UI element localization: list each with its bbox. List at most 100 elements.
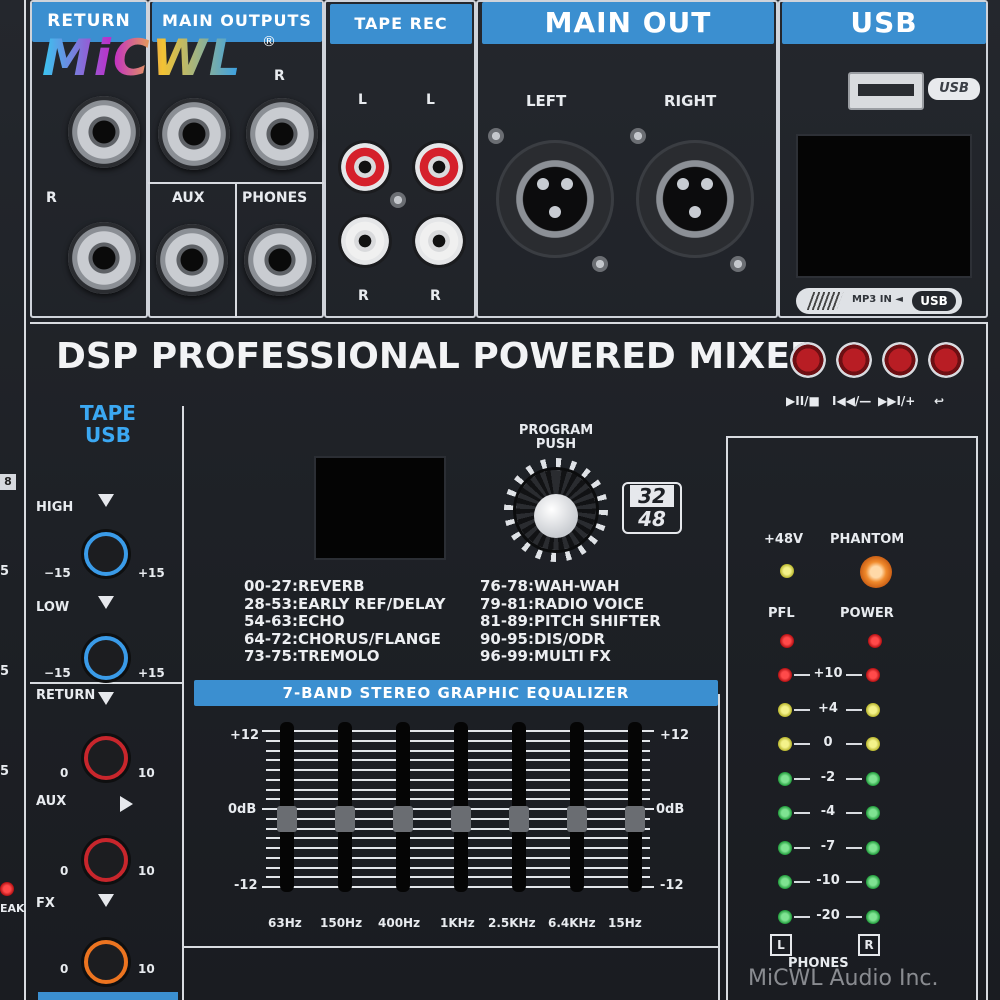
mp3-in-label: MP3 IN ◄ — [852, 294, 903, 305]
left-edge-badge: 8 — [0, 474, 16, 490]
eq-band-label: 150Hz — [320, 916, 363, 930]
main-outputs-r-jack[interactable] — [246, 98, 318, 170]
meter-dash — [846, 708, 862, 711]
low-label: LOW — [36, 600, 70, 615]
eq-title: 7-BAND STEREO GRAPHIC EQUALIZER — [282, 684, 630, 702]
xlr-pin — [701, 178, 713, 190]
high-label: HIGH — [36, 500, 74, 515]
previous-button[interactable] — [836, 342, 872, 378]
mixer-title: DSP PROFESSIONAL POWERED MIXER — [56, 336, 818, 377]
left-edge-number-1: 5 — [0, 564, 10, 579]
meter-led-right — [866, 702, 880, 717]
play-pause-label: ▶II/■ — [786, 394, 820, 408]
eq-scale-mid-left: 0dB — [228, 802, 257, 817]
program-label-line1: PROGRAM — [518, 423, 594, 438]
main-out-right-xlr[interactable] — [636, 140, 754, 258]
return-pointer-icon — [98, 692, 114, 705]
usb-port[interactable] — [848, 72, 924, 110]
meter-led-left — [778, 737, 792, 751]
tape-rec-r1-label: R — [358, 288, 369, 304]
meter-led-right — [866, 771, 880, 786]
right-edge-border — [986, 322, 988, 1000]
eq-fader-63hz[interactable] — [277, 806, 297, 832]
program-label-line2: PUSH — [535, 437, 577, 452]
repeat-button[interactable] — [928, 342, 964, 378]
eq-fader-6-4khz[interactable] — [567, 806, 587, 832]
meter-led-left — [778, 909, 792, 924]
main-out-left-xlr[interactable] — [496, 140, 614, 258]
tape-usb-low-knob[interactable] — [84, 636, 128, 680]
xlr-pin — [537, 178, 549, 190]
tape-rec-r2-rca[interactable] — [412, 214, 466, 268]
main-outputs-l-jack[interactable] — [158, 98, 230, 170]
eq-fader-1khz[interactable] — [451, 806, 471, 832]
usb-port-slot — [858, 84, 914, 96]
return-knob-label: RETURN — [36, 688, 96, 703]
fx-knob[interactable] — [84, 940, 128, 984]
meter-r-badge: R — [858, 934, 880, 956]
aux-knob-label: AUX — [36, 794, 67, 809]
high-max-label: +15 — [138, 566, 165, 580]
aux-max-label: 10 — [138, 864, 155, 878]
eq-band-label: 63Hz — [268, 916, 302, 930]
play-pause-button[interactable] — [790, 342, 826, 378]
eq-fader-150hz[interactable] — [335, 806, 355, 832]
return-max-label: 10 — [138, 766, 155, 780]
meter-led-right — [866, 806, 880, 820]
bottom-left-blue-strip — [38, 992, 178, 1000]
tape-rec-l1-rca[interactable] — [338, 140, 392, 194]
meter-led-left — [778, 806, 792, 820]
eq-fader-400hz[interactable] — [393, 806, 413, 832]
effect-item: 28-53:EARLY REF/DELAY — [244, 594, 446, 613]
fx-max-label: 10 — [138, 962, 155, 976]
tape-usb-high-knob[interactable] — [84, 532, 128, 576]
eq-scale-top-right: +12 — [660, 728, 689, 743]
return-knob[interactable] — [84, 736, 128, 780]
eq-fader-2-5khz[interactable] — [509, 806, 529, 832]
low-min-label: −15 — [44, 666, 71, 680]
brand-logo-text: MiCWL — [42, 29, 243, 87]
return-l-jack[interactable] — [68, 96, 140, 168]
aux-knob[interactable] — [84, 838, 128, 882]
tape-rec-l2-rca[interactable] — [412, 140, 466, 194]
left-channel-border — [24, 0, 26, 1000]
xlr-left-screw-top — [488, 128, 504, 144]
meter-led-right — [866, 840, 880, 855]
meter-right-border — [976, 436, 978, 1000]
left-edge-peak-label: EAK — [0, 902, 25, 915]
fx-pointer-icon — [98, 894, 114, 907]
main-out-right-label: RIGHT — [664, 92, 717, 110]
eq-scale-top-left: +12 — [230, 728, 259, 743]
phones-jack[interactable] — [244, 224, 316, 296]
main-out-header: MAIN OUT — [482, 2, 774, 44]
low-max-label: +15 — [138, 666, 165, 680]
main-out-left-label: LEFT — [526, 92, 567, 110]
meter-level-label: 0 — [823, 735, 833, 750]
phantom-button[interactable] — [860, 556, 892, 588]
meter-led-right — [866, 909, 880, 924]
meter-dash — [794, 743, 810, 745]
phantom-48v-led — [780, 564, 794, 578]
next-button[interactable] — [882, 342, 918, 378]
aux-pointer-icon — [120, 796, 133, 812]
tape-usb-title: TAPE USB — [66, 402, 150, 446]
xlr-right-screw-bottom — [730, 256, 746, 272]
left-edge-peak-led — [0, 882, 14, 896]
mid-top-border — [30, 322, 988, 324]
return-r-jack[interactable] — [68, 222, 140, 294]
effect-item: 76-78:WAH-WAH — [480, 577, 620, 595]
aux-jack[interactable] — [156, 224, 228, 296]
program-knob[interactable] — [516, 470, 596, 550]
registered-mark: ® — [262, 34, 276, 50]
previous-label: I◀◀/— — [832, 394, 872, 408]
meter-level-label: +4 — [818, 700, 838, 716]
meter-led-left — [778, 840, 792, 855]
effect-item: 81-89:PITCH SHIFTER — [480, 612, 661, 630]
eq-fader-15hz[interactable] — [625, 806, 645, 832]
return-min-label: 0 — [60, 766, 69, 780]
power-label: POWER — [840, 606, 894, 621]
tape-rec-r1-rca[interactable] — [338, 214, 392, 268]
power-led — [868, 634, 882, 648]
high-min-label: −15 — [44, 566, 71, 580]
meter-left-border — [726, 436, 728, 1000]
